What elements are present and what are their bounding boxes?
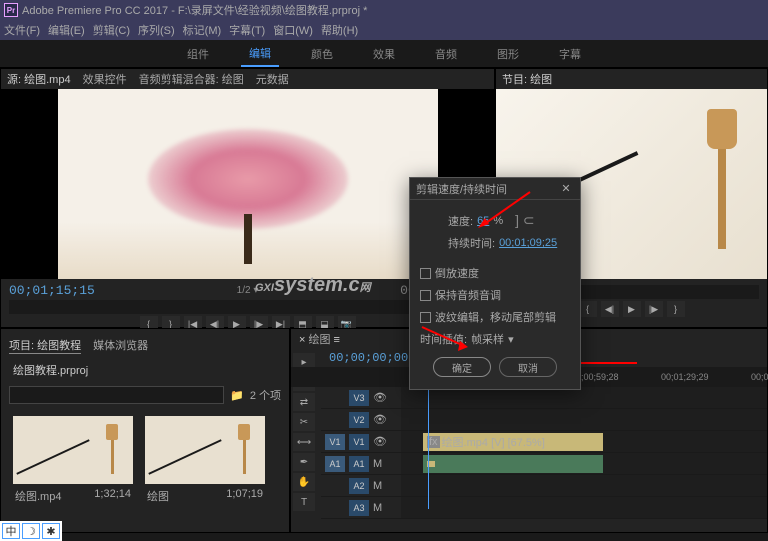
project-search[interactable] xyxy=(9,386,224,404)
track-a2[interactable]: A2M xyxy=(321,475,767,497)
workspace-tabs: 组件 编辑 颜色 效果 音频 图形 字幕 xyxy=(0,40,768,68)
razor-tool[interactable]: ✂ xyxy=(293,413,315,431)
speed-duration-dialog: 剪辑速度/持续时间 ✕ 速度: 65 % ] ⊂ 持续时间: 00;01;09;… xyxy=(409,177,581,390)
speed-unit: % xyxy=(493,215,503,227)
menu-bar: 文件(F) 编辑(E) 剪辑(C) 序列(S) 标记(M) 字幕(T) 窗口(W… xyxy=(0,20,768,40)
prog-mark-in[interactable]: { xyxy=(579,301,597,317)
project-item[interactable]: 绘图.mp41;32;14 xyxy=(13,416,133,508)
menu-edit[interactable]: 编辑(E) xyxy=(48,22,85,38)
dialog-title: 剪辑速度/持续时间 xyxy=(416,181,507,197)
cancel-button[interactable]: 取消 xyxy=(499,357,557,377)
link-icon[interactable]: ] ⊂ xyxy=(515,212,535,229)
duration-value[interactable]: 00;01;09;25 xyxy=(499,237,557,249)
project-item[interactable]: 绘图1;07;19 xyxy=(145,416,265,508)
pitch-checkbox[interactable] xyxy=(420,290,431,301)
project-panel: 项目: 绘图教程 媒体浏览器 绘图教程.prproj 📁 2 个项 绘图.mp4… xyxy=(0,328,290,533)
source-timecode-left[interactable]: 00;01;15;15 xyxy=(9,283,95,298)
prog-step-fwd[interactable]: |▶ xyxy=(645,301,663,317)
ws-tab-captions[interactable]: 字幕 xyxy=(551,42,589,66)
bin-icon[interactable]: 📁 xyxy=(230,389,244,402)
pitch-label: 保持音频音调 xyxy=(435,287,501,303)
track-v1[interactable]: V1V1👁fx绘图.mp4 [V] [67.5%] xyxy=(321,431,767,453)
media-browser-tab[interactable]: 媒体浏览器 xyxy=(93,337,148,354)
ws-tab-graphics[interactable]: 图形 xyxy=(489,42,527,66)
slip-tool[interactable]: ⟷ xyxy=(293,433,315,451)
project-tab[interactable]: 项目: 绘图教程 xyxy=(9,337,81,354)
title-bar: Pr Adobe Premiere Pro CC 2017 - F:\录屏文件\… xyxy=(0,0,768,20)
effect-controls-tab[interactable]: 效果控件 xyxy=(83,71,127,87)
reverse-checkbox[interactable] xyxy=(420,268,431,279)
track-a3[interactable]: A3M xyxy=(321,497,767,519)
hand-tool[interactable]: ✋ xyxy=(293,473,315,491)
program-tab[interactable]: 节目: 绘图 xyxy=(502,71,552,87)
source-tab[interactable]: 源: 绘图.mp4 xyxy=(7,71,71,87)
menu-sequence[interactable]: 序列(S) xyxy=(138,22,175,38)
ime-gear-icon[interactable]: ✱ xyxy=(42,523,60,539)
track-a1[interactable]: A1A1M xyxy=(321,453,767,475)
menu-title[interactable]: 字幕(T) xyxy=(229,22,265,38)
window-title: Adobe Premiere Pro CC 2017 - F:\录屏文件\经验视… xyxy=(22,2,367,18)
type-tool[interactable]: T xyxy=(293,493,315,511)
ws-tab-assembly[interactable]: 组件 xyxy=(179,42,217,66)
video-clip[interactable]: fx绘图.mp4 [V] [67.5%] xyxy=(423,433,603,451)
item-count: 2 个项 xyxy=(250,387,281,403)
interp-value[interactable]: 帧采样 xyxy=(471,331,504,347)
ws-tab-color[interactable]: 颜色 xyxy=(303,42,341,66)
ws-tab-effects[interactable]: 效果 xyxy=(365,42,403,66)
ripple-checkbox[interactable] xyxy=(420,312,431,323)
ripple-label: 波纹编辑，移动尾部剪辑 xyxy=(435,309,556,325)
duration-label: 持续时间: xyxy=(448,235,495,251)
chevron-down-icon[interactable]: ▾ xyxy=(508,333,514,346)
menu-clip[interactable]: 剪辑(C) xyxy=(93,22,130,38)
ws-tab-editing[interactable]: 编辑 xyxy=(241,41,279,67)
app-icon: Pr xyxy=(4,3,18,17)
track-v3[interactable]: V3👁 xyxy=(321,387,767,409)
project-name: 绘图教程.prproj xyxy=(5,358,285,382)
audio-clip[interactable] xyxy=(423,455,603,473)
ripple-tool[interactable]: ⇄ xyxy=(293,393,315,411)
audio-mixer-tab[interactable]: 音频剪辑混合器: 绘图 xyxy=(139,71,244,87)
menu-help[interactable]: 帮助(H) xyxy=(321,22,358,38)
reverse-label: 倒放速度 xyxy=(435,265,479,281)
prog-step-back[interactable]: ◀| xyxy=(601,301,619,317)
speed-value[interactable]: 65 xyxy=(477,215,489,227)
sequence-tab[interactable]: × 绘图 ≡ xyxy=(299,331,340,347)
menu-marker[interactable]: 标记(M) xyxy=(183,22,222,38)
ime-moon-icon[interactable]: ☽ xyxy=(22,523,40,539)
speed-label: 速度: xyxy=(448,213,473,229)
ime-lang[interactable]: 中 xyxy=(2,523,20,539)
metadata-tab[interactable]: 元数据 xyxy=(256,71,289,87)
interp-label: 时间插值: xyxy=(420,331,467,347)
close-icon[interactable]: ✕ xyxy=(558,181,574,197)
ws-tab-audio[interactable]: 音频 xyxy=(427,42,465,66)
ok-button[interactable]: 确定 xyxy=(433,357,491,377)
track-v2[interactable]: V2👁 xyxy=(321,409,767,431)
prog-mark-out[interactable]: } xyxy=(667,301,685,317)
menu-window[interactable]: 窗口(W) xyxy=(273,22,313,38)
source-video-frame xyxy=(58,89,438,279)
pen-tool[interactable]: ✒ xyxy=(293,453,315,471)
prog-play[interactable]: ▶ xyxy=(623,301,641,317)
menu-file[interactable]: 文件(F) xyxy=(4,22,40,38)
ime-bar: 中 ☽ ✱ xyxy=(0,521,62,541)
